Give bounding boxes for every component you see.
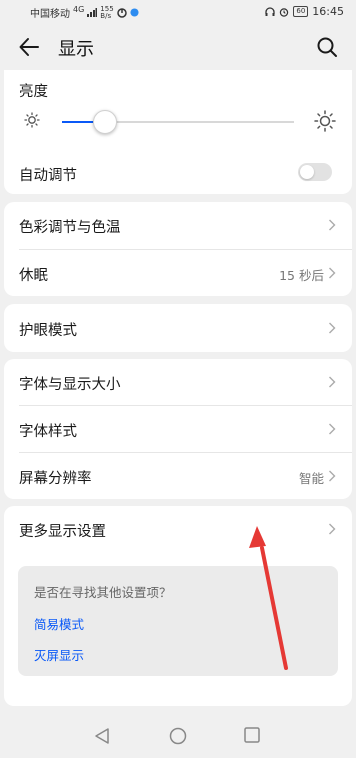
row-resolution[interactable]: 屏幕分辨率 智能 xyxy=(4,453,352,499)
clock: 16:45 xyxy=(312,5,344,18)
sleep-value: 15 秒后 xyxy=(279,268,324,283)
back-arrow-icon[interactable] xyxy=(18,36,40,58)
signal-icon: 4G xyxy=(73,5,85,14)
row-color-temperature[interactable]: 色彩调节与色温 xyxy=(4,202,352,248)
brightness-card: 亮度 自动调节 xyxy=(4,70,352,194)
carrier-label: 中国移动 xyxy=(30,9,70,20)
title-bar: 显示 xyxy=(0,24,356,70)
resolution-value: 智能 xyxy=(298,471,324,486)
row-label: 更多显示设置 xyxy=(19,524,106,540)
row-label: 休眠 xyxy=(19,268,48,284)
row-font-style[interactable]: 字体样式 xyxy=(4,406,352,452)
nav-home-icon[interactable] xyxy=(169,727,187,745)
search-icon[interactable] xyxy=(316,36,338,58)
row-label: 字体样式 xyxy=(19,424,77,440)
status-bar: 中国移动 4G 155 B/s 60 16:45 xyxy=(0,0,356,24)
net-speed: 155 B/s xyxy=(100,4,114,20)
chevron-right-icon xyxy=(329,322,336,334)
chevron-right-icon xyxy=(329,423,336,435)
row-label: 屏幕分辨率 xyxy=(19,471,92,487)
settings-group-color: 色彩调节与色温 休眠 15 秒后 xyxy=(4,202,352,296)
row-sleep[interactable]: 休眠 15 秒后 xyxy=(4,250,352,296)
app-notification-icon xyxy=(116,7,127,18)
chevron-right-icon xyxy=(329,267,336,279)
headphones-icon xyxy=(265,6,276,16)
brightness-low-icon xyxy=(24,112,40,128)
nav-back-icon[interactable] xyxy=(94,727,110,745)
auto-brightness-label: 自动调节 xyxy=(19,168,77,184)
alarm-icon xyxy=(280,7,289,17)
row-eye-comfort[interactable]: 护眼模式 xyxy=(4,305,352,351)
link-simple-mode[interactable]: 简易模式 xyxy=(34,614,84,633)
nav-recents-icon[interactable] xyxy=(244,727,260,743)
chevron-right-icon xyxy=(329,470,336,482)
suggestion-panel: 是否在寻找其他设置项？ 简易模式 灭屏显示 xyxy=(18,566,338,676)
row-label: 色彩调节与色温 xyxy=(19,220,121,236)
app-bird-icon xyxy=(130,8,139,17)
row-more-display-settings[interactable]: 更多显示设置 xyxy=(4,506,352,552)
chevron-right-icon xyxy=(329,376,336,388)
auto-brightness-toggle[interactable] xyxy=(298,163,332,181)
settings-group-eye: 护眼模式 xyxy=(4,304,352,352)
row-font-size[interactable]: 字体与显示大小 xyxy=(4,359,352,405)
brightness-label: 亮度 xyxy=(19,84,48,100)
settings-group-font: 字体与显示大小 字体样式 屏幕分辨率 智能 xyxy=(4,359,352,499)
brightness-slider-thumb[interactable] xyxy=(92,110,117,134)
brightness-high-icon xyxy=(314,110,336,132)
row-label: 护眼模式 xyxy=(19,323,77,339)
row-label: 字体与显示大小 xyxy=(19,377,121,393)
page-title: 显示 xyxy=(58,39,94,60)
toggle-knob xyxy=(300,165,314,179)
chevron-right-icon xyxy=(329,523,336,535)
battery-icon: 60 xyxy=(293,6,309,17)
system-nav-bar xyxy=(0,715,356,758)
chevron-right-icon xyxy=(329,219,336,231)
link-always-on-display[interactable]: 灭屏显示 xyxy=(34,645,84,664)
suggestion-question: 是否在寻找其他设置项？ xyxy=(34,585,172,600)
signal-bars-icon xyxy=(87,8,98,17)
